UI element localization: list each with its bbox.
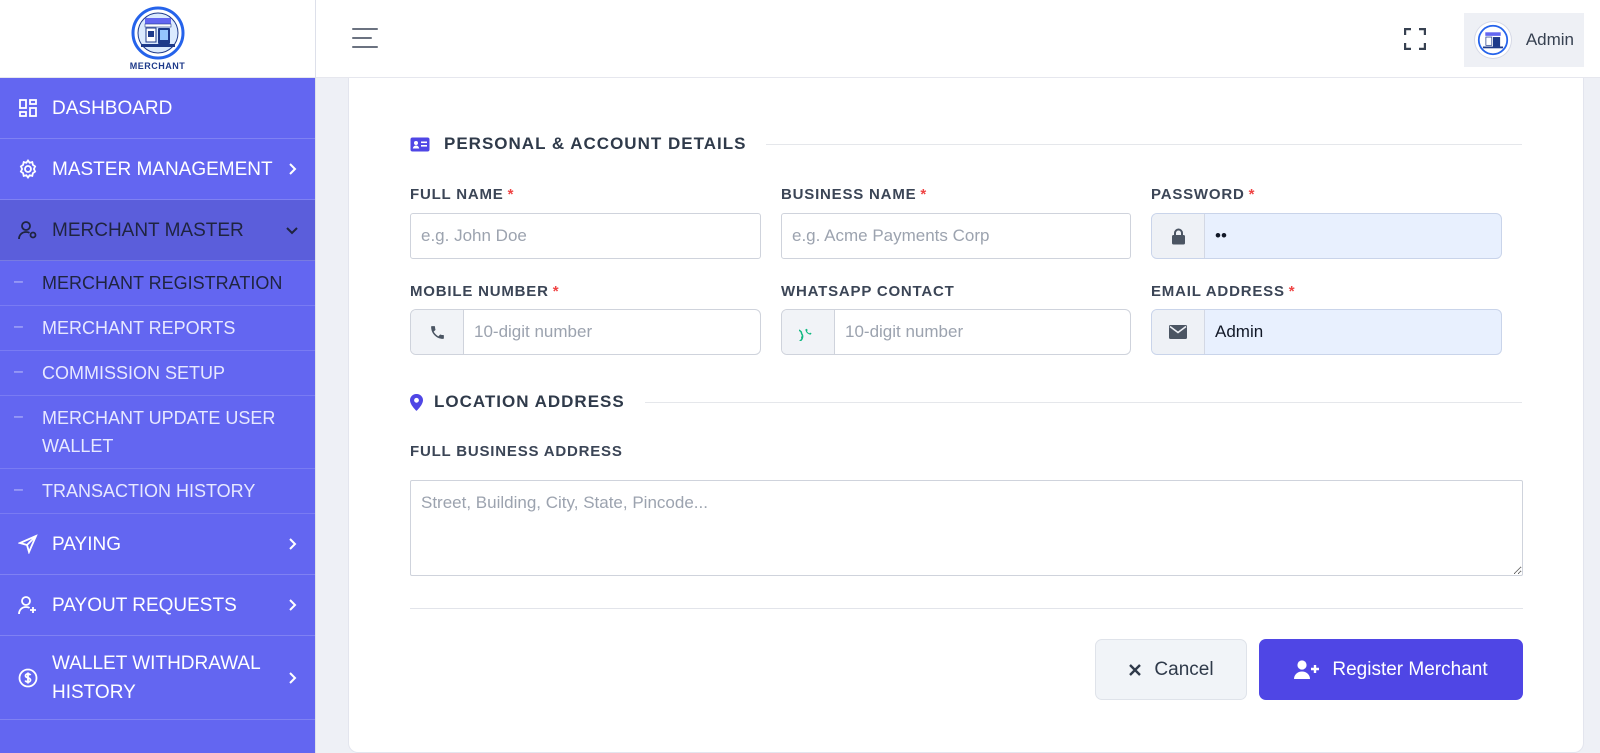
sidebar: MERCHANT DASHBOARD MASTER MANAGEMENT MER… [0,0,316,753]
email-address-label: EMAIL ADDRESS * [1151,283,1296,300]
submenu-item-label: MERCHANT REGISTRATION [42,273,283,293]
required-marker: * [507,186,515,203]
dash-icon: – [14,363,23,380]
sidebar-item-paying[interactable]: PAYING [0,514,315,575]
sidebar-item-dashboard[interactable]: DASHBOARD [0,78,315,139]
user-plus-icon [18,595,38,615]
chevron-right-icon [285,598,299,612]
submenu-item-commission-setup[interactable]: – COMMISSION SETUP [0,351,315,396]
chevron-down-icon [285,223,299,237]
mobile-number-label: MOBILE NUMBER * [410,283,560,300]
logo-area[interactable]: MERCHANT [0,0,315,78]
business-name-label: BUSINESS NAME * [781,186,928,203]
chevron-right-icon [285,671,299,685]
phone-icon [411,310,464,354]
business-name-input[interactable] [781,213,1131,259]
section-divider [644,401,1522,403]
section-location-address: LOCATION ADDRESS [410,392,1522,412]
section-title: PERSONAL & ACCOUNT DETAILS [444,134,747,153]
password-field [1151,213,1502,259]
id-card-icon [410,135,432,153]
fullscreen-icon[interactable] [1403,27,1427,51]
submenu-item-merchant-reports[interactable]: – MERCHANT REPORTS [0,306,315,351]
send-icon [18,534,38,554]
section-personal-account: PERSONAL & ACCOUNT DETAILS [410,134,1522,154]
dollar-circle-icon [18,668,38,688]
register-merchant-button[interactable]: Register Merchant [1259,639,1523,700]
user-name: Admin [1525,30,1574,49]
dash-icon: – [14,273,23,290]
dashboard-icon [18,98,38,118]
whatsapp-icon [782,310,835,354]
sidebar-item-master-management[interactable]: MASTER MANAGEMENT [0,139,315,200]
chevron-right-icon [285,537,299,551]
section-divider [766,143,1522,145]
sidebar-item-wallet-withdrawal-history[interactable]: WALLET WITHDRAWAL HISTORY [0,636,315,720]
full-business-address-textarea[interactable] [410,480,1523,576]
merchant-logo: MERCHANT [123,6,193,72]
whatsapp-contact-field [781,309,1131,355]
merchant-master-submenu: – MERCHANT REGISTRATION – MERCHANT REPOR… [0,261,315,514]
email-address-field [1151,309,1502,355]
sidebar-item-label: MASTER MANAGEMENT [52,158,273,180]
cancel-button[interactable]: Cancel [1095,639,1247,700]
submenu-item-merchant-registration[interactable]: – MERCHANT REGISTRATION [0,261,315,306]
full-name-label: FULL NAME * [410,186,515,203]
mobile-number-input[interactable] [464,310,760,354]
registration-form-card: PERSONAL & ACCOUNT DETAILS FULL NAME * BU… [348,78,1584,753]
register-merchant-button-label: Register Merchant [1332,658,1488,680]
submenu-list: – MERCHANT REGISTRATION – MERCHANT REPOR… [0,261,315,514]
submenu-item-merchant-update-user-wallet[interactable]: – MERCHANT UPDATE USER WALLET [0,396,315,469]
sidebar-item-label: PAYING [52,533,121,555]
dash-icon: – [14,481,23,498]
dash-icon: – [14,408,23,425]
email-address-input[interactable] [1205,310,1501,354]
lock-icon [1152,214,1205,258]
sidebar-item-label: WALLET WITHDRAWAL HISTORY [52,652,260,703]
password-label: PASSWORD * [1151,186,1256,203]
full-name-input[interactable] [410,213,761,259]
map-pin-icon [410,393,424,411]
required-marker: * [920,186,928,203]
topbar: Admin [316,0,1600,78]
sidebar-item-payout-requests[interactable]: PAYOUT REQUESTS [0,575,315,636]
sidebar-item-label: PAYOUT REQUESTS [52,594,237,616]
avatar [1474,21,1512,59]
section-title: LOCATION ADDRESS [434,392,625,411]
required-marker: * [1288,283,1296,300]
full-business-address-label: FULL BUSINESS ADDRESS [410,443,623,460]
gear-icon [18,159,38,179]
sidebar-menu: DASHBOARD MASTER MANAGEMENT MERCHANT MAS… [0,78,315,720]
required-marker: * [1248,186,1256,203]
submenu-item-label: MERCHANT REPORTS [42,318,236,338]
user-menu[interactable]: Admin [1464,13,1584,67]
whatsapp-contact-input[interactable] [835,310,1130,354]
sidebar-item-label: DASHBOARD [52,97,173,119]
logo-text: MERCHANT [129,60,186,71]
sidebar-item-merchant-master[interactable]: MERCHANT MASTER [0,200,315,261]
submenu-item-label: MERCHANT UPDATE USER WALLET [42,408,276,456]
required-marker: * [552,283,560,300]
user-gear-icon [18,220,38,240]
envelope-icon [1152,310,1205,354]
close-icon [1128,663,1142,677]
form-footer-divider [410,608,1523,609]
user-plus-icon [1294,659,1320,680]
cancel-button-label: Cancel [1154,658,1214,680]
submenu-item-label: COMMISSION SETUP [42,363,226,383]
chevron-right-icon [285,162,299,176]
sidebar-item-label: MERCHANT MASTER [52,219,244,241]
menu-toggle-icon[interactable] [352,28,378,50]
mobile-number-field [410,309,761,355]
password-input[interactable] [1205,214,1501,258]
submenu-item-label: TRANSACTION HISTORY [42,481,256,501]
dash-icon: – [14,318,23,335]
submenu-item-transaction-history[interactable]: – TRANSACTION HISTORY [0,469,315,514]
whatsapp-contact-label: WHATSAPP CONTACT [781,283,955,300]
